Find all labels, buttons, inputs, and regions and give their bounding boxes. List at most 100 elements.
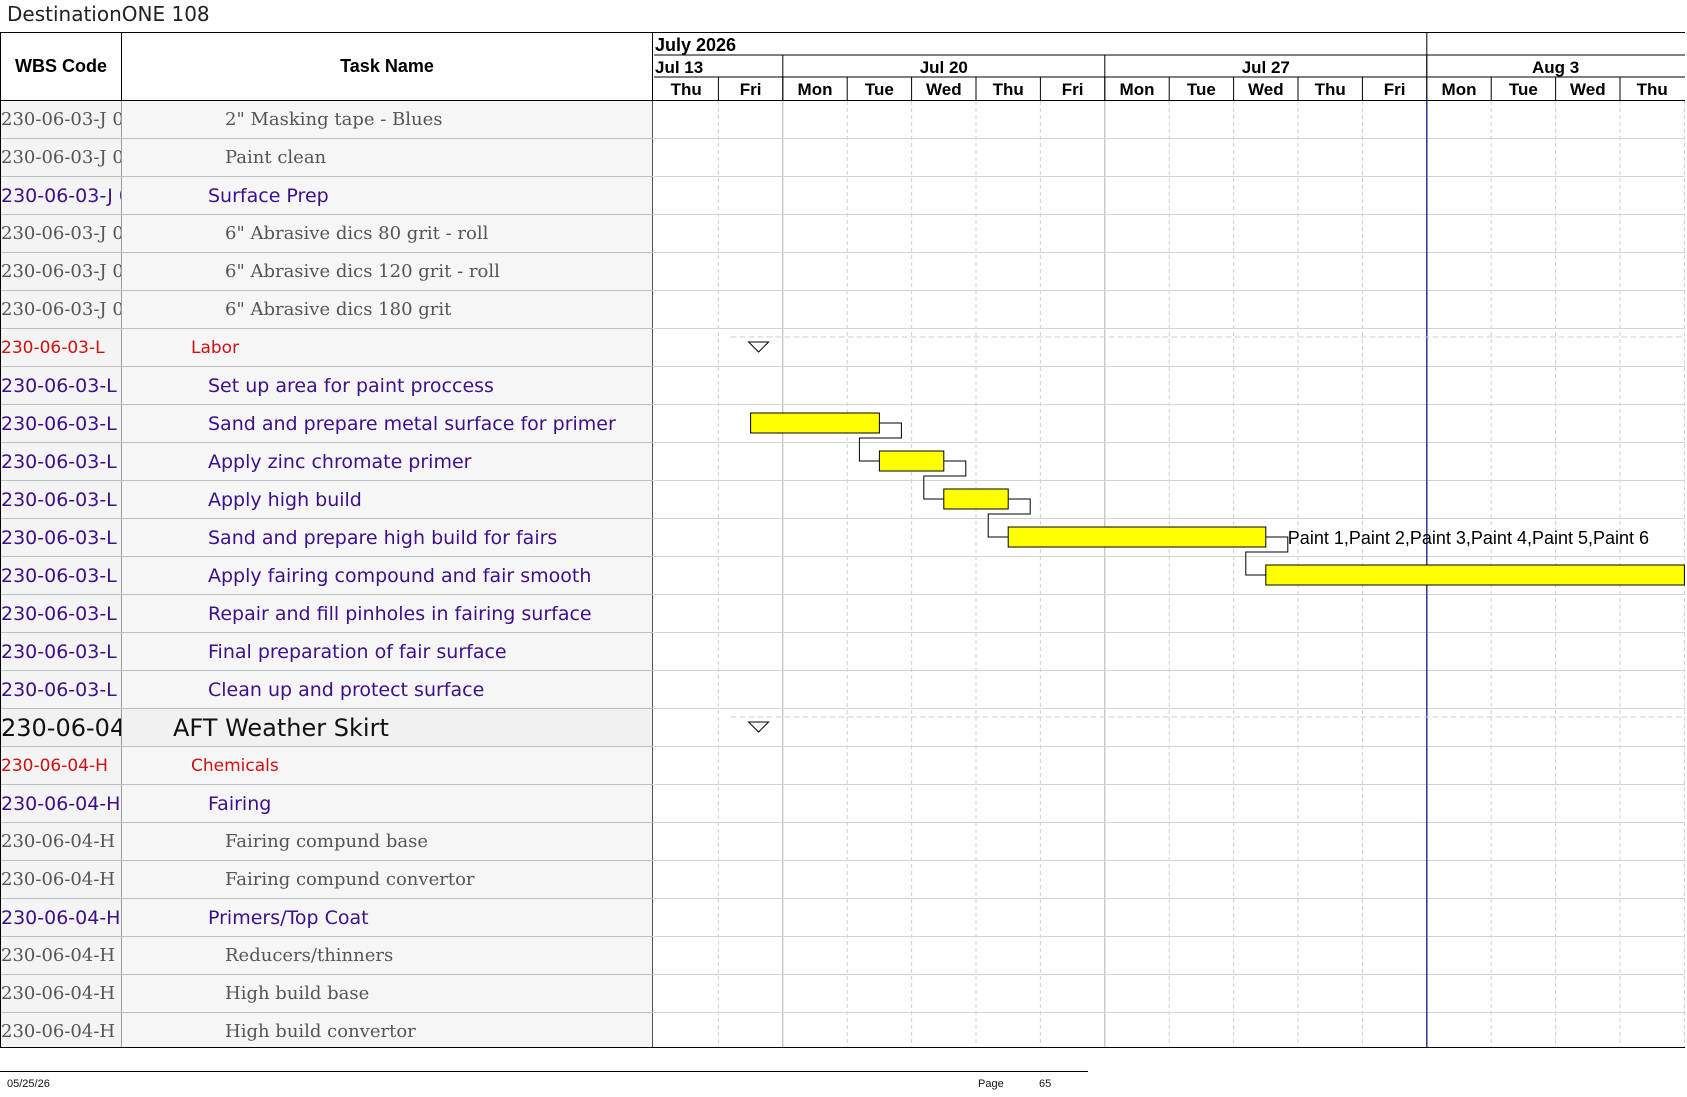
table-row[interactable]: 230-06-03-J 02 6" Abrasive dics 180 grit — [1, 291, 653, 329]
document-title: DestinationONE 108 — [7, 2, 210, 26]
task-column-header[interactable]: Task Name — [122, 33, 653, 100]
task-name-cell: Fairing compund base — [122, 823, 653, 860]
wbs-cell: 230-06-04-H 01 — [1, 823, 122, 860]
day-label: Wed — [1570, 80, 1606, 99]
wbs-cell: 230-06-03-L 0 — [1, 557, 122, 594]
day-label: Mon — [1442, 80, 1477, 99]
task-name-cell: Apply zinc chromate primer — [122, 443, 653, 480]
task-name-cell: AFT Weather Skirt — [122, 709, 653, 746]
table-row[interactable]: 230-06-03-L Labor — [1, 329, 653, 367]
day-label: Mon — [1120, 80, 1155, 99]
task-name-cell: 6" Abrasive dics 180 grit — [122, 291, 653, 328]
table-row[interactable]: 230-06-03-L 0 Repair and fill pinholes in… — [1, 595, 653, 633]
wbs-cell: 230-06-03-J 01 — [1, 139, 122, 176]
table-row[interactable]: 230-06-03-L 0 Apply high build — [1, 481, 653, 519]
table-row[interactable]: 230-06-04-H 02High build convertor — [1, 1013, 653, 1047]
task-name-cell: High build convertor — [122, 1013, 653, 1047]
day-label: Fri — [1384, 80, 1406, 99]
day-label: Tue — [1187, 80, 1216, 99]
wbs-cell: 230-06-03-L 0 — [1, 405, 122, 442]
wbs-cell: 230-06-03-L 0 — [1, 367, 122, 404]
wbs-cell: 230-06-03-J 02 — [1, 215, 122, 252]
task-bar[interactable] — [1007, 526, 1267, 548]
task-name-cell: Apply fairing compound and fair smooth — [122, 557, 653, 594]
table-row[interactable]: 230-06-03-L 0 Set up area for paint procc… — [1, 367, 653, 405]
table-row[interactable]: 230-06-03-L 0 Sand and prepare metal surf… — [1, 405, 653, 443]
task-name-cell: Reducers/thinners — [122, 937, 653, 974]
day-label: Thu — [1315, 80, 1346, 99]
day-label: Thu — [993, 80, 1024, 99]
wbs-cell: 230-06-04-H 02 — [1, 975, 122, 1012]
task-name-cell: Fairing — [122, 785, 653, 822]
table-row[interactable]: 230-06-03-J 0 Surface Prep — [1, 177, 653, 215]
table-row[interactable]: 230-06-03-J 02 6" Abrasive dics 80 grit -… — [1, 215, 653, 253]
task-bar[interactable] — [750, 412, 880, 434]
week-label: Jul 20 — [920, 58, 968, 77]
footer-page-number: 65 — [1039, 1078, 1052, 1090]
table-row[interactable]: 230-06-03-J 01 Paint clean — [1, 139, 653, 177]
task-name-cell: Chemicals — [122, 747, 653, 784]
day-label: Tue — [865, 80, 894, 99]
table-row[interactable]: 230-06-03-L 0 Final preparation of fair s… — [1, 633, 653, 671]
collapse-triangle-icon[interactable] — [747, 341, 770, 353]
wbs-column-header[interactable]: WBS Code — [1, 33, 122, 100]
day-label: Fri — [1062, 80, 1084, 99]
wbs-cell: 230-06-03-J 01 — [1, 101, 122, 138]
wbs-cell: 230-06-03-L 0 — [1, 481, 122, 518]
task-bar[interactable] — [878, 450, 945, 472]
task-name-cell: Set up area for paint proccess — [122, 367, 653, 404]
gantt-frame: WBS Code Task Name 230-06-03-J 01 2" Mask… — [0, 32, 1685, 1048]
week-label: Jul 27 — [1242, 58, 1290, 77]
table-row[interactable]: 230-06-04-H 01Fairing compund convertor — [1, 861, 653, 899]
table-row[interactable]: 230-06-04-H 0Fairing — [1, 785, 653, 823]
task-bar[interactable] — [943, 488, 1009, 510]
footer-page-label: Page — [978, 1078, 1004, 1090]
task-name-cell: Sand and prepare metal surface for prime… — [122, 405, 653, 442]
footer-divider — [0, 1071, 1088, 1072]
week-label: Jul 13 — [655, 58, 703, 77]
table-row[interactable]: 230-06-04-H 02Reducers/thinners — [1, 937, 653, 975]
task-name-cell: Apply high build — [122, 481, 653, 518]
wbs-cell: 230-06-04-H 02 — [1, 937, 122, 974]
task-name-cell: High build base — [122, 975, 653, 1012]
day-label: Tue — [1509, 80, 1538, 99]
task-bar[interactable] — [1265, 564, 1685, 586]
task-name-cell: Final preparation of fair surface — [122, 633, 653, 670]
task-name-cell: 2" Masking tape - Blues — [122, 101, 653, 138]
task-name-cell: 6" Abrasive dics 80 grit - roll — [122, 215, 653, 252]
day-label: Thu — [671, 80, 702, 99]
task-name-cell: Repair and fill pinholes in fairing surf… — [122, 595, 653, 632]
day-label: Wed — [926, 80, 962, 99]
table-row[interactable]: 230-06-04-H 02High build base — [1, 975, 653, 1013]
wbs-cell: 230-06-04-H 0 — [1, 785, 122, 822]
wbs-cell: 230-06-03-L 0 — [1, 443, 122, 480]
wbs-cell: 230-06-03-J 02 — [1, 291, 122, 328]
bar-resource-label: Paint 1,Paint 2,Paint 3,Paint 4,Paint 5,… — [1288, 528, 1649, 548]
table-row[interactable]: 230-06-03-L 0 Sand and prepare high build… — [1, 519, 653, 557]
table-row[interactable]: 230-06-03-L 0 Clean up and protect surfac… — [1, 671, 653, 709]
week-label: Aug 3 — [1532, 58, 1579, 77]
table-row[interactable]: 230-06-03-J 01 2" Masking tape - Blues — [1, 101, 653, 139]
table-row[interactable]: 230-06-03-L 0 Apply zinc chromate primer — [1, 443, 653, 481]
day-label: Mon — [798, 80, 833, 99]
wbs-cell: 230-06-03-L — [1, 329, 122, 366]
table-row[interactable]: 230-06-03-J 02 6" Abrasive dics 120 grit … — [1, 253, 653, 291]
task-name-cell: Labor — [122, 329, 653, 366]
wbs-cell: 230-06-04 — [1, 709, 122, 746]
wbs-cell: 230-06-03-L 0 — [1, 519, 122, 556]
table-row[interactable]: 230-06-04-H 0Primers/Top Coat — [1, 899, 653, 937]
table-row[interactable]: 230-06-04-H 01Fairing compund base — [1, 823, 653, 861]
table-row[interactable]: 230-06-04 AFT Weather Skirt — [1, 709, 653, 747]
collapse-triangle-icon[interactable] — [747, 721, 770, 733]
wbs-cell: 230-06-04-H 0 — [1, 899, 122, 936]
table-row[interactable]: 230-06-03-L 0 Apply fairing compound and … — [1, 557, 653, 595]
table-row[interactable]: 230-06-04-H Chemicals — [1, 747, 653, 785]
task-name-cell: Surface Prep — [122, 177, 653, 214]
gantt-chart: July 2026 Jul 13 Jul 20 Jul 27 Aug 3 Thu Fri Mo… — [654, 33, 1685, 1047]
wbs-cell: 230-06-04-H 01 — [1, 861, 122, 898]
task-name-cell: Paint clean — [122, 139, 653, 176]
task-name-cell: 6" Abrasive dics 120 grit - roll — [122, 253, 653, 290]
task-name-cell: Clean up and protect surface — [122, 671, 653, 708]
wbs-cell: 230-06-03-L 0 — [1, 633, 122, 670]
day-label: Wed — [1248, 80, 1284, 99]
